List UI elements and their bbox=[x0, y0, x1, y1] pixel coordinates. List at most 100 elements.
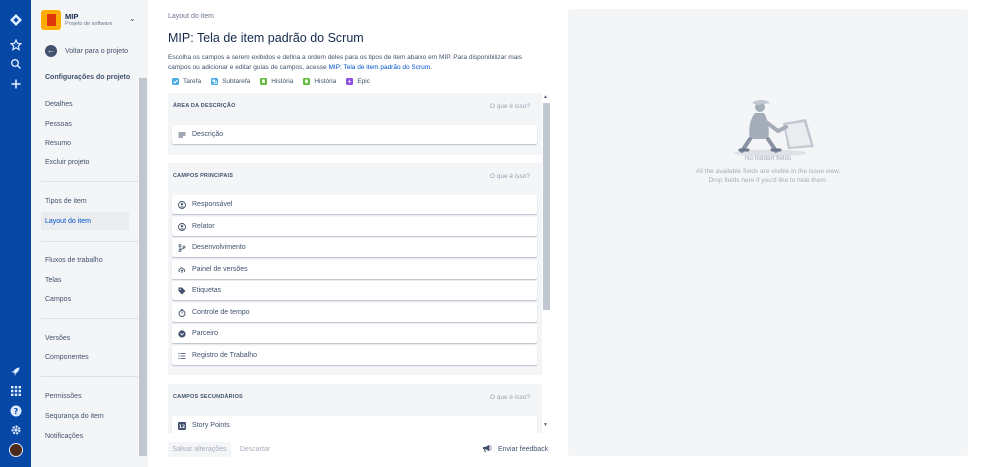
subtask-icon bbox=[211, 77, 219, 85]
field-label: Controle de tempo bbox=[192, 309, 250, 316]
sidebar-item-label: Notificações bbox=[45, 432, 84, 440]
sidebar-item-componentes[interactable]: Componentes bbox=[41, 348, 129, 366]
sidebar-section-title: Configurações do projeto bbox=[45, 74, 131, 81]
sidebar-item-label: Fluxos de trabalho bbox=[45, 256, 103, 264]
group-title: CAMPOS SECUNDÁRIOS bbox=[173, 394, 243, 400]
sidebar-item-layout-do-item[interactable]: Layout do item bbox=[41, 212, 129, 230]
sidebar-item-label: Permissões bbox=[45, 392, 82, 400]
sidebar-item-notificacoes[interactable]: Notificações bbox=[41, 427, 129, 445]
whats-this-link[interactable]: O que é isso? bbox=[490, 163, 530, 189]
field-painel-de-versoes[interactable]: Painel de versões bbox=[172, 260, 537, 279]
rocket-icon[interactable] bbox=[6, 362, 25, 381]
sidebar-item-tipos-de-item[interactable]: Tipos de item bbox=[41, 192, 129, 210]
sidebar-item-excluir-projeto[interactable]: Excluir projeto bbox=[41, 153, 129, 171]
issue-type-tarefa: Tarefa bbox=[172, 77, 202, 85]
field-label: Responsável bbox=[192, 201, 233, 208]
field-parceiro[interactable]: Parceiro bbox=[172, 324, 537, 343]
user-avatar[interactable] bbox=[6, 440, 25, 459]
task-checkbox-icon bbox=[172, 77, 179, 85]
issue-type-label: Subtarefa bbox=[222, 77, 251, 85]
sidebar-item-fluxos-de-trabalho[interactable]: Fluxos de trabalho bbox=[41, 251, 129, 269]
field-label: Painel de versões bbox=[192, 266, 248, 273]
send-feedback-button[interactable]: Enviar feedback bbox=[482, 443, 548, 456]
sidebar-item-versoes[interactable]: Versões bbox=[41, 329, 129, 347]
send-feedback-label: Enviar feedback bbox=[498, 446, 549, 453]
sidebar-item-seguranca-do-item[interactable]: Sequrança do item bbox=[41, 407, 129, 425]
field-label: Etiquetas bbox=[192, 287, 222, 294]
story-bookmark-icon bbox=[303, 77, 311, 85]
hidden-fields-dropzone[interactable]: No hidden fields All the available field… bbox=[568, 9, 968, 456]
field-label: Relator bbox=[192, 223, 215, 230]
save-changes-button[interactable]: Salvar alterações bbox=[168, 442, 231, 457]
field-layout-panel: ÁREA DA DESCRIÇÃO O que é isso? Descriçã… bbox=[168, 93, 542, 433]
issue-type-label: História bbox=[271, 77, 294, 85]
sidebar-item-label: Sequrança do item bbox=[45, 412, 104, 420]
issue-type-historia: História bbox=[260, 77, 294, 85]
sidebar-item-pessoas[interactable]: Pessoas bbox=[41, 115, 129, 133]
empty-state-line-2: Drop fields here if you'd like to hide t… bbox=[708, 177, 828, 184]
field-label: Desenvolvimento bbox=[192, 244, 246, 251]
svg-text:12: 12 bbox=[179, 424, 185, 430]
create-plus-icon[interactable] bbox=[6, 74, 25, 93]
field-label: Parceiro bbox=[192, 330, 219, 337]
sidebar-scrollbar-thumb[interactable] bbox=[139, 78, 147, 456]
sidebar-item-campos[interactable]: Campos bbox=[41, 290, 129, 308]
help-icon[interactable]: ? bbox=[6, 401, 25, 420]
field-label: Descrição bbox=[192, 131, 224, 138]
field-story-points[interactable]: 12 Story Points bbox=[172, 416, 537, 433]
sidebar-item-detalhes[interactable]: Detalhes bbox=[41, 95, 129, 113]
app-switcher-icon[interactable] bbox=[6, 381, 25, 400]
tag-icon bbox=[178, 287, 186, 295]
panel-scrollbar-thumb[interactable] bbox=[543, 103, 550, 310]
arrow-left-icon: ← bbox=[45, 45, 57, 57]
megaphone-icon bbox=[482, 444, 492, 455]
screen-link[interactable]: MIP: Tela de item padrão do Scrum bbox=[328, 64, 430, 71]
field-etiquetas[interactable]: Etiquetas bbox=[172, 281, 537, 300]
sidebar-item-telas[interactable]: Telas bbox=[41, 271, 129, 289]
field-registro-de-trabalho[interactable]: Registro de Trabalho bbox=[172, 346, 537, 365]
whats-this-link[interactable]: O que é isso? bbox=[490, 384, 530, 410]
group-title: CAMPOS PRINCIPAIS bbox=[173, 173, 234, 179]
jira-logo-icon[interactable] bbox=[6, 10, 25, 29]
sidebar-divider bbox=[41, 318, 138, 319]
cloud-upload-icon bbox=[178, 266, 186, 274]
scroll-down-icon[interactable]: ▼ bbox=[543, 422, 548, 428]
search-icon[interactable] bbox=[6, 54, 25, 73]
issue-type-subtarefa: Subtarefa bbox=[211, 77, 251, 85]
project-sidebar: MIP Projeto de software ⌄ ← Voltar para … bbox=[31, 0, 138, 467]
issue-type-label: História bbox=[314, 77, 337, 85]
sidebar-item-label: Detalhes bbox=[45, 100, 73, 108]
panel-scrollbar[interactable]: ▲ ▼ bbox=[542, 93, 551, 433]
user-avatar-icon bbox=[178, 222, 186, 231]
sidebar-item-label: Layout do item bbox=[45, 217, 91, 225]
scroll-up-icon[interactable]: ▲ bbox=[543, 94, 548, 100]
back-to-project-link[interactable]: ← Voltar para o projeto bbox=[45, 44, 128, 58]
stopwatch-icon bbox=[178, 308, 186, 317]
project-header[interactable]: MIP Projeto de software ⌄ bbox=[41, 10, 136, 34]
description-area-group: ÁREA DA DESCRIÇÃO O que é isso? Descriçã… bbox=[168, 93, 542, 155]
secondary-fields-group: CAMPOS SECUNDÁRIOS O que é isso? 12 Stor… bbox=[168, 384, 542, 433]
settings-gear-icon[interactable] bbox=[6, 420, 25, 439]
field-relator[interactable]: Relator bbox=[172, 217, 537, 236]
sidebar-item-label: Campos bbox=[45, 295, 72, 303]
main-fields-group: CAMPOS PRINCIPAIS O que é isso? Responsá… bbox=[168, 163, 542, 375]
sidebar-item-label: Componentes bbox=[45, 353, 89, 361]
sidebar-scrollbar[interactable] bbox=[138, 0, 148, 467]
field-descricao[interactable]: Descrição bbox=[172, 125, 537, 144]
whats-this-link[interactable]: O que é isso? bbox=[490, 93, 530, 119]
discard-button[interactable]: Descartar bbox=[235, 442, 275, 457]
sidebar-item-resumo[interactable]: Resumo bbox=[41, 134, 129, 152]
field-label: Story Points bbox=[192, 422, 230, 429]
field-responsavel[interactable]: Responsável bbox=[172, 195, 537, 214]
issue-type-label: Tarefa bbox=[183, 77, 202, 85]
breadcrumb[interactable]: Layout do item bbox=[168, 13, 214, 20]
star-icon[interactable] bbox=[6, 35, 25, 54]
chevron-down-icon[interactable]: ⌄ bbox=[129, 14, 136, 23]
empty-state-line-1: All the available fields are visible in … bbox=[695, 168, 841, 175]
number-icon: 12 bbox=[178, 421, 186, 430]
sidebar-item-label: Versões bbox=[45, 334, 71, 342]
sidebar-item-permissoes[interactable]: Permissões bbox=[41, 387, 129, 405]
field-controle-de-tempo[interactable]: Controle de tempo bbox=[172, 303, 537, 322]
field-desenvolvimento[interactable]: Desenvolvimento bbox=[172, 238, 537, 257]
project-type: Projeto de software bbox=[65, 21, 113, 27]
